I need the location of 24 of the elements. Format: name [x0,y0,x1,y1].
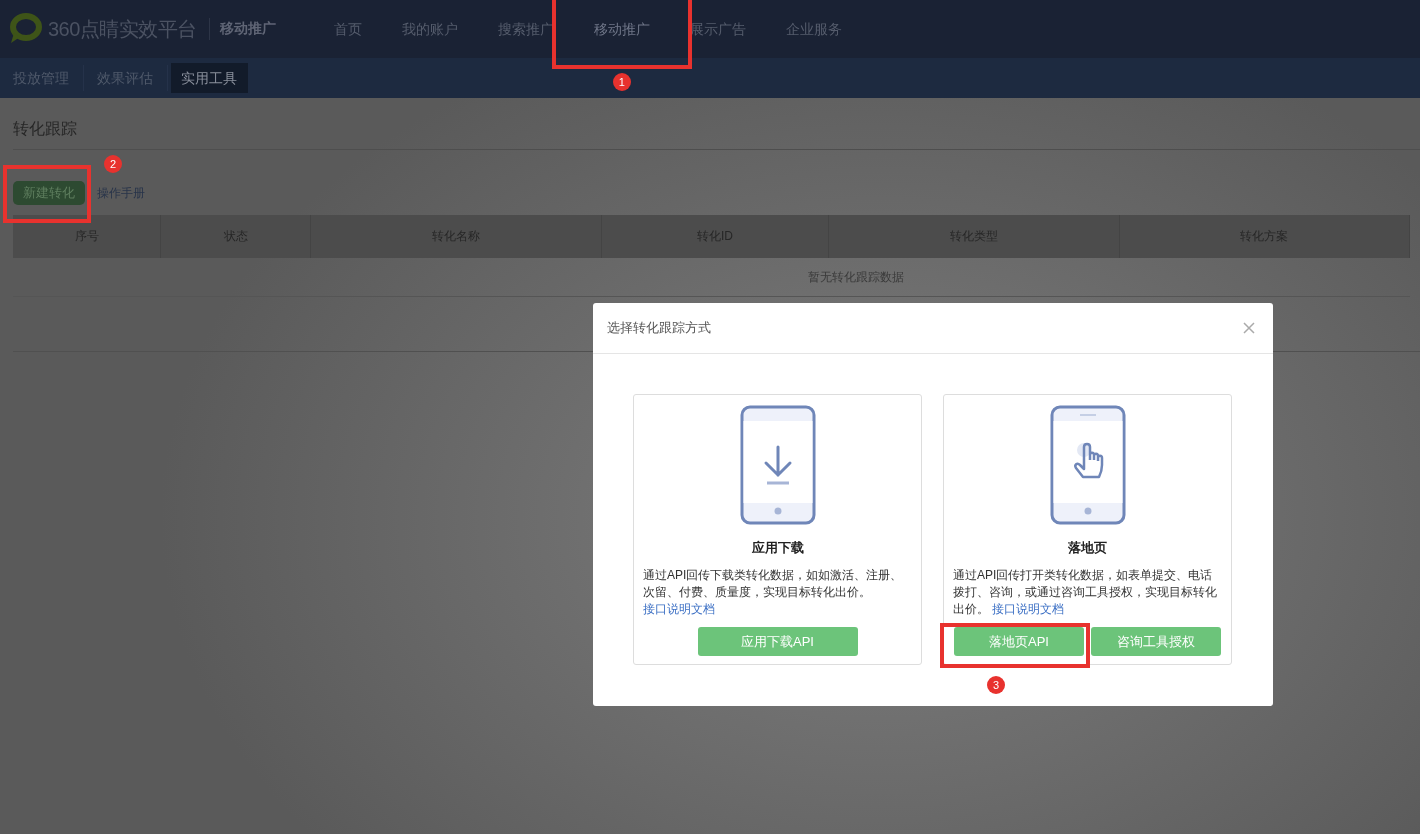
api-button[interactable]: 咨询工具授权 [1091,627,1221,656]
option-title: 落地页 [1068,539,1107,557]
annotation-badge: 2 [104,155,122,173]
phone-download-icon [739,405,816,525]
nav-tab[interactable]: 首页 [313,0,382,58]
product-name: 移动推广 [219,20,276,38]
nav-tab[interactable]: 企业服务 [765,0,862,58]
option-title: 应用下载 [751,539,804,557]
api-doc-link[interactable]: 接口说明文档 [643,602,715,616]
nav-tab[interactable]: 我的账户 [381,0,478,58]
option-description: 通过API回传下载类转化数据，如如激活、注册、次留、付费、质量度，实现目标转化出价。 接口说明文档 [643,567,904,618]
dialog-title: 选择转化跟踪方式 [607,319,711,337]
close-icon[interactable] [1243,322,1255,334]
phone-tap-icon [1049,405,1126,525]
api-button[interactable]: 应用下载API [697,627,858,656]
nav-tab[interactable]: 移动推广 [573,0,670,58]
api-doc-link[interactable]: 接口说明文档 [992,602,1065,616]
logo-icon [8,13,42,45]
nav-tab[interactable]: 搜索推广 [477,0,574,58]
annotation-badge: 3 [987,676,1005,694]
api-button[interactable]: 落地页API [954,627,1084,656]
nav-tab[interactable]: 展示广告 [669,0,766,58]
subnav-tab[interactable]: 实用工具 [171,63,248,93]
option-description: 通过API回传打开类转化数据，如表单提交、电话拨打、咨询，或通过咨询工具授权，实现目标转化出价。 接口说明文档 [953,567,1218,618]
